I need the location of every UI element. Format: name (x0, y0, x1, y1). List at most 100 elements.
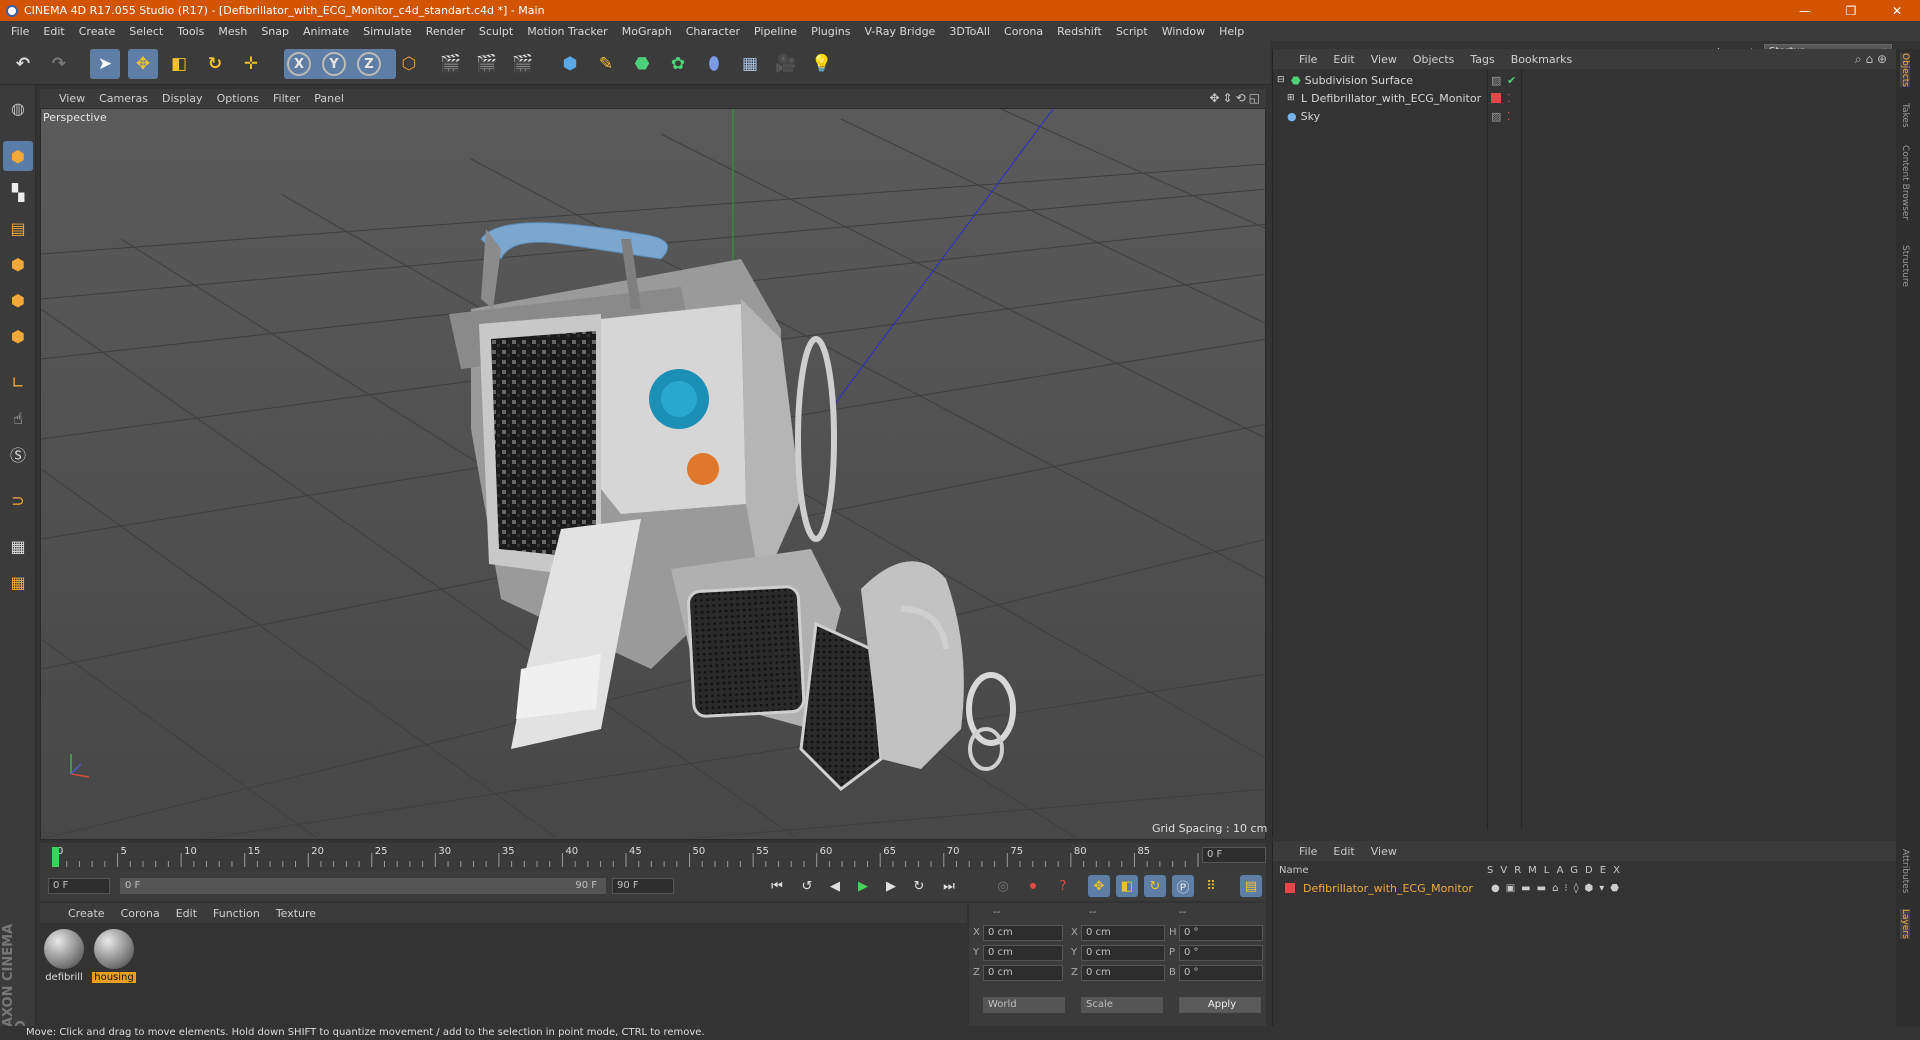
objmgr-menu-file[interactable]: File (1291, 53, 1325, 66)
snapping-icon[interactable]: Ⓢ (3, 439, 33, 469)
viewport-menu-cameras[interactable]: Cameras (92, 92, 155, 105)
apply-button[interactable]: Apply (1179, 997, 1261, 1013)
play-icon[interactable]: ▶ (852, 875, 874, 897)
close-button[interactable]: ✕ (1874, 0, 1920, 21)
col-xref[interactable]: X (1613, 865, 1627, 876)
menu-create[interactable]: Create (72, 25, 123, 38)
layer-row[interactable]: Defibrillator_with_ECG_Monitor ●▣▬▬⌂⁝◊⬢▾… (1273, 879, 1897, 897)
menu-3dtoall[interactable]: 3DToAll (942, 25, 997, 38)
material-menu-create[interactable]: Create (60, 907, 113, 920)
rotation-p-field[interactable]: 0 ° (1179, 945, 1263, 961)
viewport-menu-view[interactable]: View (52, 92, 92, 105)
menu-mesh[interactable]: Mesh (211, 25, 254, 38)
menu-sculpt[interactable]: Sculpt (472, 25, 520, 38)
playhead[interactable] (52, 847, 59, 867)
visibility-dots-icon[interactable]: ⁚ (1507, 92, 1511, 105)
objmgr-menu-edit[interactable]: Edit (1325, 53, 1362, 66)
tab-takes[interactable]: Takes (1900, 103, 1910, 128)
position-y-field[interactable]: 0 cm (983, 945, 1063, 961)
select-arrow-icon[interactable]: ➤ (90, 49, 120, 79)
pen-spline-icon[interactable]: ✎ (591, 49, 621, 79)
object-row-sky[interactable]: ● Sky ▨ ⁚ (1273, 107, 1897, 125)
tab-content-browser[interactable]: Content Browser (1900, 145, 1910, 220)
col-expressions[interactable]: E (1600, 865, 1613, 876)
material-menu-texture[interactable]: Texture (268, 907, 324, 920)
floor-icon[interactable]: ▦ (735, 49, 765, 79)
planar-workplane-icon[interactable]: ▦ (3, 567, 33, 597)
go-to-end-icon[interactable]: ⏭ (938, 875, 960, 897)
polygons-mode-icon[interactable]: ⬢ (3, 321, 33, 351)
menu-simulate[interactable]: Simulate (356, 25, 419, 38)
y-axis-lock-button[interactable]: Y (322, 52, 346, 76)
menu-plugins[interactable]: Plugins (804, 25, 857, 38)
menu-corona[interactable]: Corona (997, 25, 1050, 38)
axis-mode-icon[interactable]: ∟ (3, 367, 33, 397)
start-frame-field[interactable]: 0 F (48, 878, 110, 894)
menu-script[interactable]: Script (1109, 25, 1155, 38)
coordinate-system-dropdown[interactable]: World (983, 997, 1065, 1013)
menu-help[interactable]: Help (1212, 25, 1251, 38)
size-y-field[interactable]: 0 cm (1081, 945, 1165, 961)
cube-primitive-icon[interactable]: ⬢ (555, 49, 585, 79)
layer-color-swatch[interactable] (1491, 93, 1501, 103)
menu-tools[interactable]: Tools (170, 25, 211, 38)
layer-color-swatch[interactable] (1285, 883, 1295, 893)
minimize-button[interactable]: — (1782, 0, 1828, 21)
viewport-menu-display[interactable]: Display (155, 92, 210, 105)
go-to-start-icon[interactable]: ⏮ (766, 875, 788, 897)
col-solo[interactable]: S (1487, 865, 1500, 876)
col-view[interactable]: V (1500, 865, 1514, 876)
end-frame-field[interactable]: 90 F (612, 878, 674, 894)
menu-select[interactable]: Select (122, 25, 170, 38)
menu-file[interactable]: File (4, 25, 36, 38)
menu-render[interactable]: Render (419, 25, 472, 38)
new-window-icon[interactable]: ⊕ (1877, 52, 1887, 66)
menu-pipeline[interactable]: Pipeline (747, 25, 804, 38)
redo-icon[interactable]: ↷ (44, 49, 74, 79)
menu-animate[interactable]: Animate (296, 25, 356, 38)
light-icon[interactable]: 💡 (807, 49, 837, 79)
col-generators[interactable]: G (1570, 865, 1585, 876)
scale-mode-dropdown[interactable]: Scale (1081, 997, 1163, 1013)
live-selection-icon[interactable]: ✛ (236, 49, 266, 79)
menu-character[interactable]: Character (679, 25, 747, 38)
position-z-field[interactable]: 0 cm (983, 965, 1063, 981)
material-menu-edit[interactable]: Edit (168, 907, 205, 920)
viewport-menu-panel[interactable]: Panel (307, 92, 351, 105)
menu-snap[interactable]: Snap (254, 25, 296, 38)
lock-workplane-icon[interactable]: ▦ (3, 531, 33, 561)
key-position-icon[interactable]: ✥ (1088, 875, 1110, 897)
menu-motion-tracker[interactable]: Motion Tracker (520, 25, 614, 38)
camera-icon[interactable]: 🎥 (771, 49, 801, 79)
key-rotation-icon[interactable]: ↻ (1144, 875, 1166, 897)
model-mode-icon[interactable]: ⬢ (3, 141, 33, 171)
keyframe-selection-icon[interactable]: ? (1052, 875, 1074, 897)
expand-icon[interactable]: ⊟ (1277, 75, 1287, 85)
size-x-field[interactable]: 0 cm (1081, 925, 1165, 941)
material-menu-function[interactable]: Function (205, 907, 268, 920)
position-x-field[interactable]: 0 cm (983, 925, 1063, 941)
tab-layers[interactable]: Layers (1900, 909, 1910, 939)
tweak-mode-icon[interactable]: ☝ (3, 403, 33, 433)
viewport-toggle-icon[interactable]: ◱ (1249, 89, 1260, 108)
autokey-icon[interactable]: ⏺ (1022, 875, 1044, 897)
editor-visibility-icon[interactable]: ▨ (1491, 110, 1501, 123)
x-axis-lock-button[interactable]: X (287, 52, 311, 76)
viewport-menu-filter[interactable]: Filter (266, 92, 307, 105)
tab-structure[interactable]: Structure (1900, 245, 1910, 287)
make-editable-icon[interactable]: ◍ (3, 93, 33, 123)
step-forward-icon[interactable]: ▶ (880, 875, 902, 897)
viewport-menu-options[interactable]: Options (210, 92, 266, 105)
enabled-check-icon[interactable]: ✔ (1507, 74, 1516, 87)
texture-mode-icon[interactable]: ▚ (3, 177, 33, 207)
col-locked[interactable]: L (1544, 865, 1557, 876)
editor-visibility-icon[interactable]: ▨ (1491, 74, 1501, 87)
object-row-subdivision-surface[interactable]: ⊟ ⬣ Subdivision Surface ▨ ✔ (1273, 71, 1897, 89)
col-animation[interactable]: A (1557, 865, 1571, 876)
previous-key-icon[interactable]: ↺ (796, 875, 818, 897)
rotate-icon[interactable]: ↻ (200, 49, 230, 79)
perspective-viewport[interactable] (40, 108, 1266, 840)
objmgr-menu-tags[interactable]: Tags (1462, 53, 1502, 66)
menu-window[interactable]: Window (1155, 25, 1212, 38)
viewport-orbit-icon[interactable]: ⟲ (1236, 89, 1246, 108)
